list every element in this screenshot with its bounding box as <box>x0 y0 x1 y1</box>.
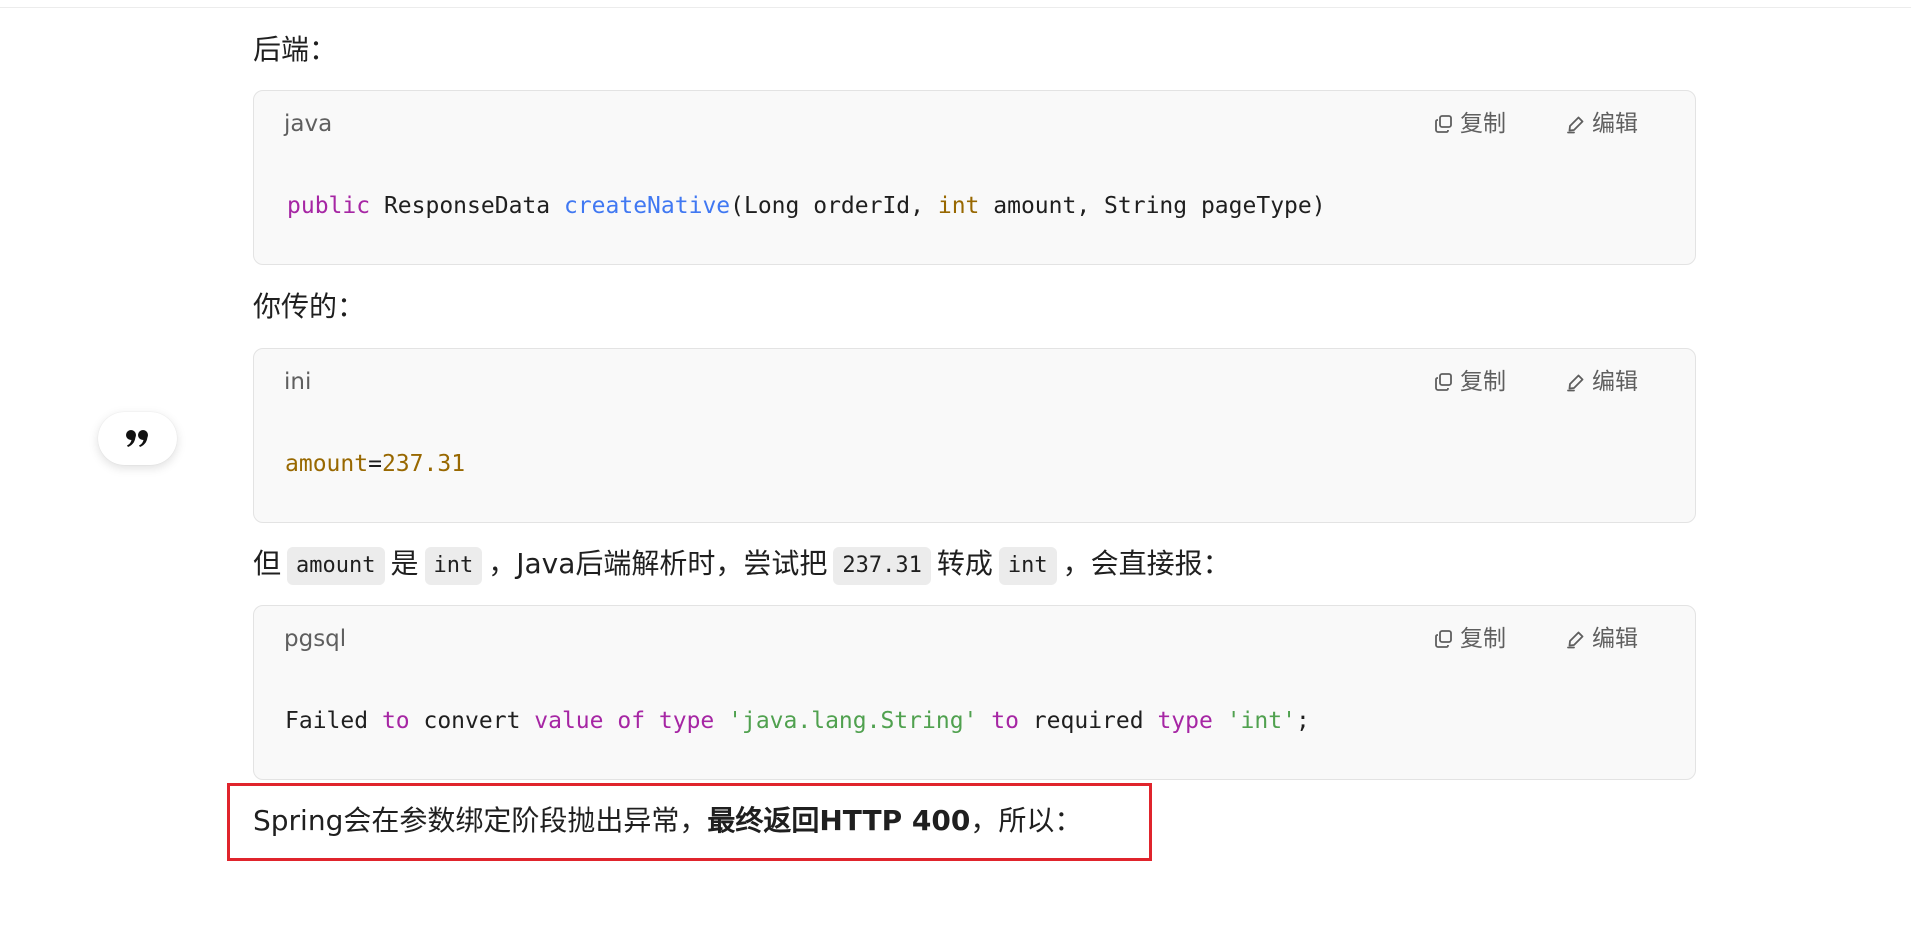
code-language-label: pgsql <box>284 626 347 652</box>
top-divider <box>0 7 1911 8</box>
copy-icon <box>1435 373 1452 391</box>
copy-label: 复制 <box>1460 369 1506 395</box>
edit-icon <box>1567 116 1584 134</box>
copy-label: 复制 <box>1460 111 1506 137</box>
code-token: ResponseData <box>370 193 564 219</box>
code-actions: 复制 编辑 <box>1434 624 1638 654</box>
code-token: convert <box>409 708 535 734</box>
code-token: 237.31 <box>381 451 466 477</box>
code-language-label: ini <box>284 369 312 395</box>
explanation-part: ，Java后端解析时，尝试把 <box>488 547 828 580</box>
edit-button[interactable]: 编辑 <box>1566 109 1638 139</box>
code-token: ; <box>1295 708 1310 734</box>
copy-button[interactable]: 复制 <box>1434 624 1506 654</box>
copy-icon <box>1435 115 1452 133</box>
code-actions: 复制 编辑 <box>1434 367 1638 397</box>
explanation-part: ，会直接报： <box>1062 547 1231 580</box>
code-token: = <box>368 451 382 477</box>
code-token: Failed <box>285 708 382 734</box>
edit-label: 编辑 <box>1592 369 1638 395</box>
code-token: (Long orderId, <box>730 193 938 219</box>
inline-code: int <box>424 547 483 585</box>
explanation-text: 但 amount 是 int ，Java后端解析时，尝试把 237.31 转成 int ，会直接… <box>253 544 1231 585</box>
copy-button[interactable]: 复制 <box>1434 367 1506 397</box>
code-language-label: java <box>284 111 333 137</box>
copy-icon <box>1435 630 1452 648</box>
quote-button[interactable] <box>98 412 177 465</box>
code-token: to <box>991 708 1019 734</box>
code-token: required <box>1018 708 1158 734</box>
inline-code: int <box>998 547 1057 585</box>
code-block-pgsql: pgsql 复制 编辑 Failed to convert value of t… <box>253 605 1696 780</box>
quote-icon <box>125 429 148 447</box>
explanation-part: 转成 <box>936 547 993 580</box>
code-block-ini: ini 复制 编辑 amount=237.31 <box>253 348 1696 523</box>
code-token: value of type <box>534 708 715 734</box>
edit-label: 编辑 <box>1592 626 1638 652</box>
explanation-part: 但 <box>253 547 282 580</box>
code-token: public <box>287 193 371 219</box>
edit-button[interactable]: 编辑 <box>1566 367 1638 397</box>
edit-icon <box>1567 631 1584 649</box>
code-block-java: java 复制 编辑 public ResponseData createNat… <box>253 90 1696 265</box>
edit-button[interactable]: 编辑 <box>1566 624 1638 654</box>
code-token: amount <box>285 451 369 477</box>
edit-label: 编辑 <box>1592 111 1638 137</box>
code-line: Failed to convert value of type 'java.la… <box>285 706 1310 736</box>
inline-code: amount <box>287 547 385 585</box>
code-token: amount, String pageType) <box>979 193 1326 219</box>
code-token: type <box>1157 708 1213 734</box>
inline-code: 237.31 <box>833 547 931 585</box>
copy-button[interactable]: 复制 <box>1434 109 1506 139</box>
code-line: public ResponseData createNative(Long or… <box>287 191 1326 221</box>
code-token: int <box>937 193 980 219</box>
backend-label: 后端： <box>253 33 338 66</box>
passed-label: 你传的： <box>253 290 366 323</box>
explanation-part: 是 <box>390 547 419 580</box>
annotation-highlight-box <box>227 783 1152 861</box>
code-token: to <box>381 708 410 734</box>
code-token: 'java.lang.String' <box>728 708 978 734</box>
code-token: createNative <box>563 193 731 219</box>
code-actions: 复制 编辑 <box>1434 109 1638 139</box>
code-line: amount=237.31 <box>285 449 465 479</box>
code-token: 'int' <box>1226 708 1296 734</box>
copy-label: 复制 <box>1460 626 1506 652</box>
edit-icon <box>1567 374 1584 392</box>
